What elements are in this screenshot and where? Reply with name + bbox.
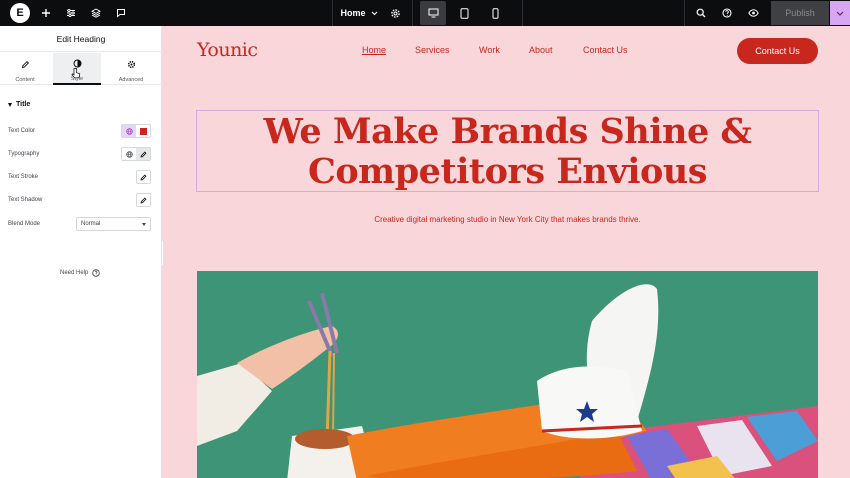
nav-contact[interactable]: Contact Us: [583, 45, 628, 55]
caret-down-icon: [142, 223, 146, 226]
preview-canvas: Younic Home Services Work About Contact …: [163, 26, 850, 478]
eye-icon[interactable]: [745, 0, 761, 26]
page-settings-gear-icon[interactable]: [387, 0, 403, 26]
mobile-icon[interactable]: [487, 0, 503, 26]
section-title-label: Title: [16, 101, 31, 108]
hero-heading-line-1: We Make Brands Shine &: [263, 111, 752, 152]
global-color-button[interactable]: [122, 125, 136, 137]
text-shadow-label: Text Shadow: [8, 197, 43, 203]
tab-content-label: Content: [15, 76, 35, 83]
nav-services[interactable]: Services: [415, 45, 450, 55]
tablet-icon[interactable]: [456, 0, 472, 26]
hero-subtitle[interactable]: Creative digital marketing studio in New…: [196, 215, 819, 224]
editor-panel: Edit Heading Content Style Advanced Titl…: [0, 26, 162, 478]
comment-icon[interactable]: [113, 0, 129, 26]
text-stroke-label: Text Stroke: [8, 174, 39, 180]
need-help-link[interactable]: Need Help: [60, 269, 101, 277]
blend-mode-label: Blend Mode: [8, 221, 41, 227]
text-color-label: Text Color: [8, 128, 36, 134]
hero-heading[interactable]: We Make Brands Shine & Competitors Envio…: [196, 112, 819, 192]
desktop-icon[interactable]: [420, 1, 446, 25]
text-color-control: [121, 124, 151, 138]
page-name: Home: [340, 8, 366, 18]
caret-down-icon: [8, 102, 12, 107]
gear-icon: [127, 56, 136, 74]
hero-image[interactable]: [197, 271, 818, 478]
tab-content[interactable]: Content: [1, 53, 49, 85]
nav-work[interactable]: Work: [479, 45, 500, 55]
chevron-down-icon: [371, 11, 378, 16]
chevron-down-icon: [836, 11, 844, 16]
panel-tabs: Content Style Advanced: [0, 53, 162, 85]
global-typography-icon[interactable]: [122, 148, 136, 160]
tab-advanced-label: Advanced: [118, 76, 144, 83]
edit-typography-pencil-icon[interactable]: [136, 148, 150, 160]
mouse-cursor-icon: [71, 66, 81, 84]
publish-options-button[interactable]: [830, 1, 850, 25]
text-shadow-pencil-icon[interactable]: [136, 193, 151, 207]
nav-home[interactable]: Home: [362, 45, 386, 55]
help-icon: [92, 269, 101, 277]
plus-icon[interactable]: [38, 0, 54, 26]
search-icon[interactable]: [693, 0, 709, 26]
page-selector[interactable]: Home: [333, 0, 385, 26]
elementor-logo[interactable]: E: [10, 3, 30, 23]
hero-photo-illustration: [197, 271, 818, 478]
blend-mode-select[interactable]: Normal: [76, 217, 151, 231]
text-stroke-pencil-icon[interactable]: [136, 170, 151, 184]
nav-about[interactable]: About: [529, 45, 553, 55]
contact-us-button[interactable]: Contact Us: [737, 38, 818, 64]
tab-style[interactable]: Style: [53, 53, 101, 85]
sliders-icon[interactable]: [63, 0, 79, 26]
section-title-toggle[interactable]: Title: [8, 101, 30, 108]
need-help-label: Need Help: [60, 270, 89, 276]
tab-advanced[interactable]: Advanced: [107, 53, 155, 85]
publish-button[interactable]: Publish: [771, 1, 829, 25]
typography-control: [121, 147, 151, 161]
color-swatch[interactable]: [136, 125, 150, 137]
site-logo[interactable]: Younic: [197, 39, 258, 61]
blend-mode-value: Normal: [81, 221, 101, 227]
toolbar-divider: [412, 0, 413, 26]
editor-app: E Home Publish Edit Heading Content Styl…: [0, 0, 850, 478]
top-toolbar: E Home Publish: [0, 0, 850, 26]
help-icon[interactable]: [719, 0, 735, 26]
pencil-icon: [21, 56, 30, 74]
typography-label: Typography: [8, 151, 40, 157]
panel-title: Edit Heading: [0, 26, 162, 52]
hero-heading-line-2: Competitors Envious: [307, 151, 708, 192]
toolbar-divider: [522, 0, 523, 26]
toolbar-divider: [684, 0, 685, 26]
layers-icon[interactable]: [88, 0, 104, 26]
